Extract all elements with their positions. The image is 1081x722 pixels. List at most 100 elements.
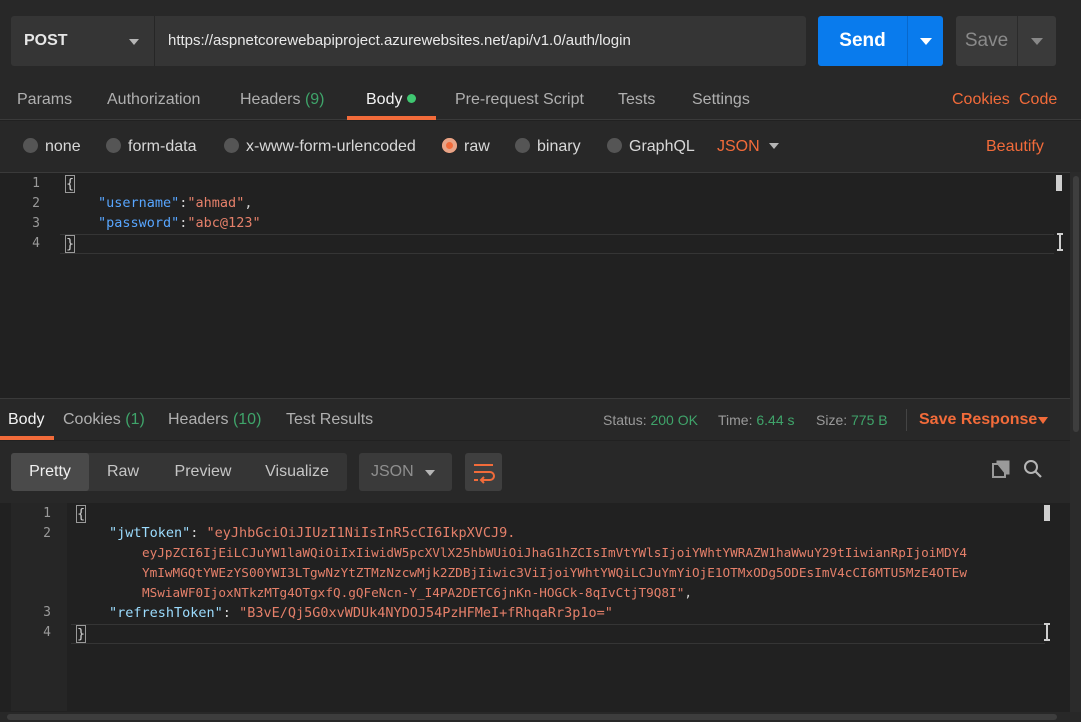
response-tabs: Body Cookies (1) Headers (10) Test Resul… bbox=[0, 398, 1070, 440]
radio-form-data-label[interactable]: form-data bbox=[128, 121, 196, 172]
request-tabs: Params Authorization Headers (9) Body Pr… bbox=[0, 82, 1081, 120]
code-link[interactable]: Code bbox=[1019, 82, 1057, 117]
code-line: "jwtToken": "eyJhbGciOiJIUzI1NiIsInR5cCI… bbox=[109, 525, 516, 541]
json-string: eyJpZCI6IjEiLCJuYW1laWQiOiIxIiwidW5pcXVl… bbox=[142, 545, 967, 560]
view-raw[interactable]: Raw bbox=[89, 453, 157, 491]
raw-format-select[interactable]: JSON bbox=[717, 121, 760, 172]
vertical-scrollbar-thumb[interactable] bbox=[1073, 176, 1079, 432]
code-line: "refreshToken": "B3vE/Qj5G0xvWDUk4NYDOJ5… bbox=[109, 605, 613, 621]
radio-graphql-label[interactable]: GraphQL bbox=[629, 121, 695, 172]
save-options-button[interactable] bbox=[1017, 16, 1056, 66]
save-button[interactable]: Save bbox=[956, 16, 1017, 66]
json-key: "jwtToken" bbox=[109, 525, 191, 541]
radio-raw[interactable] bbox=[442, 138, 457, 153]
tab-test-results[interactable]: Test Results bbox=[286, 399, 373, 441]
tab-settings[interactable]: Settings bbox=[692, 82, 750, 120]
response-headers-count: (10) bbox=[232, 411, 262, 428]
tab-response-cookies[interactable]: Cookies (1) bbox=[63, 399, 145, 441]
code-line-wrapped: YmIwMGQtYWEzYS00YWI3LTgwNzYtZTMzNzcwMjk2… bbox=[142, 565, 967, 580]
json-key: "username" bbox=[98, 195, 180, 211]
json-string: YmIwMGQtYWEzYS00YWI3LTgwNzYtZTMzNzcwMjk2… bbox=[142, 565, 967, 580]
save-response-button[interactable]: Save Response bbox=[919, 399, 1037, 441]
beautify-link[interactable]: Beautify bbox=[986, 121, 1044, 172]
view-preview[interactable]: Preview bbox=[157, 453, 249, 491]
send-button[interactable]: Send bbox=[818, 16, 907, 66]
json-string: "ahmad" bbox=[187, 195, 245, 211]
radio-raw-label[interactable]: raw bbox=[464, 121, 490, 172]
status-readout: Status: 200 OK bbox=[603, 399, 698, 441]
text-cursor-icon bbox=[1044, 623, 1050, 641]
chevron-down-icon[interactable] bbox=[769, 143, 779, 149]
code-line: { bbox=[76, 505, 87, 523]
size-label: Size: bbox=[816, 412, 848, 428]
code-line: "username":"ahmad", bbox=[98, 195, 253, 211]
code-line: } bbox=[65, 235, 76, 253]
request-body-editor[interactable]: 1 2 3 4 { "username":"ahmad", "password"… bbox=[0, 172, 1070, 398]
cookies-count: (1) bbox=[125, 411, 145, 428]
line-number: 1 bbox=[32, 176, 40, 191]
divider bbox=[906, 409, 907, 431]
code-line-wrapped: MSwiaWF0IjoxNTkzMTg4OTgxfQ.gQFeNcn-Y_I4P… bbox=[142, 585, 692, 600]
size-readout: Size: 775 B bbox=[816, 399, 888, 441]
radio-binary-label[interactable]: binary bbox=[537, 121, 581, 172]
editor-scroll-marker bbox=[1056, 175, 1062, 191]
radio-binary[interactable] bbox=[515, 138, 530, 153]
tab-prerequest-script[interactable]: Pre-request Script bbox=[455, 82, 584, 120]
tab-body-label: Body bbox=[366, 91, 403, 108]
radio-urlencoded-label[interactable]: x-www-form-urlencoded bbox=[246, 121, 416, 172]
radio-form-data[interactable] bbox=[106, 138, 121, 153]
tab-response-headers-label: Headers bbox=[168, 411, 229, 428]
json-string: "abc@123" bbox=[187, 215, 261, 231]
tab-tests[interactable]: Tests bbox=[618, 82, 655, 120]
close-brace: } bbox=[65, 235, 76, 253]
line-number: 1 bbox=[43, 506, 51, 521]
close-brace: } bbox=[76, 625, 87, 643]
wrap-lines-icon bbox=[474, 464, 495, 484]
url-input[interactable]: https://aspnetcorewebapiproject.azureweb… bbox=[154, 16, 806, 66]
search-icon[interactable] bbox=[1023, 459, 1043, 479]
tab-response-body[interactable]: Body bbox=[8, 399, 44, 441]
cookies-link[interactable]: Cookies bbox=[952, 82, 1010, 117]
tab-headers[interactable]: Headers (9) bbox=[240, 82, 325, 120]
time-label: Time: bbox=[718, 412, 753, 428]
code-line-wrapped: eyJpZCI6IjEiLCJuYW1laWQiOiIxIiwidW5pcXVl… bbox=[142, 545, 967, 560]
send-options-button[interactable] bbox=[907, 16, 943, 66]
json-string: "eyJhbGciOiJIUzI1NiIsInR5cCI6IkpXVCJ9. bbox=[206, 525, 516, 541]
time-readout: Time: 6.44 s bbox=[718, 399, 795, 441]
json-string: MSwiaWF0IjoxNTkzMTg4OTgxfQ.gQFeNcn-Y_I4P… bbox=[142, 585, 685, 600]
chevron-down-icon[interactable] bbox=[129, 39, 139, 45]
response-view-tabs: Pretty Raw Preview Visualize bbox=[11, 453, 347, 491]
size-value: 775 B bbox=[851, 412, 888, 428]
response-body-viewer[interactable]: 1 2 3 4 { "jwtToken": "eyJhbGciOiJIUzI1N… bbox=[11, 503, 1057, 711]
tab-authorization[interactable]: Authorization bbox=[107, 82, 200, 120]
view-pretty[interactable]: Pretty bbox=[11, 453, 89, 491]
text-cursor-icon bbox=[1057, 233, 1063, 251]
active-tab-indicator bbox=[347, 116, 436, 120]
radio-graphql[interactable] bbox=[607, 138, 622, 153]
active-line-highlight bbox=[71, 624, 1045, 644]
tab-params[interactable]: Params bbox=[17, 82, 72, 120]
tab-headers-label: Headers bbox=[240, 91, 301, 108]
chevron-down-icon bbox=[1031, 38, 1043, 45]
tab-response-headers[interactable]: Headers (10) bbox=[168, 399, 261, 441]
json-key: "refreshToken" bbox=[109, 605, 223, 621]
code-line: "password":"abc@123" bbox=[98, 215, 261, 231]
chevron-down-icon[interactable] bbox=[425, 470, 435, 476]
radio-urlencoded[interactable] bbox=[224, 138, 239, 153]
copy-icon[interactable] bbox=[991, 459, 1011, 479]
line-number: 3 bbox=[43, 605, 51, 620]
radio-none-label[interactable]: none bbox=[45, 121, 81, 172]
radio-none[interactable] bbox=[23, 138, 38, 153]
view-visualize[interactable]: Visualize bbox=[249, 453, 345, 491]
horizontal-scrollbar-thumb[interactable] bbox=[7, 714, 1057, 720]
headers-count: (9) bbox=[304, 91, 325, 108]
status-label: Status: bbox=[603, 412, 647, 428]
tab-body[interactable]: Body bbox=[366, 82, 417, 120]
response-format-select[interactable]: JSON bbox=[359, 453, 452, 491]
chevron-down-icon bbox=[920, 38, 932, 45]
open-brace: { bbox=[65, 175, 76, 193]
wrap-lines-button[interactable] bbox=[465, 453, 502, 491]
active-dot-icon bbox=[407, 94, 417, 103]
line-number: 3 bbox=[32, 216, 40, 231]
chevron-down-icon[interactable] bbox=[1038, 417, 1048, 424]
